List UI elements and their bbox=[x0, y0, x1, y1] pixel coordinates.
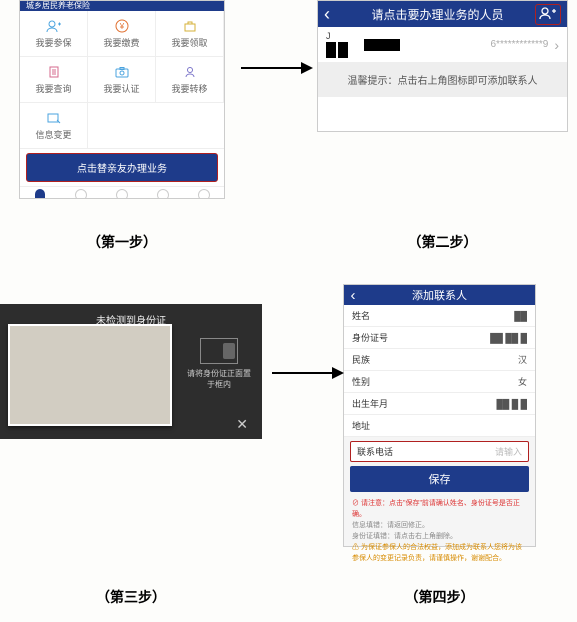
field-label: 性别 bbox=[352, 375, 518, 388]
close-icon[interactable]: ✕ bbox=[236, 416, 248, 433]
grid-item-renzheng[interactable]: 我要认证 bbox=[88, 57, 156, 103]
tab-tongzhi[interactable]: 通知 bbox=[61, 187, 102, 199]
document-icon bbox=[46, 65, 62, 79]
grid-item-label: 我要参保 bbox=[35, 36, 71, 49]
grid-item-label: 信息变更 bbox=[35, 128, 71, 141]
caption-step2: （第二步） bbox=[317, 232, 568, 252]
grid-item-canbao[interactable]: 我要参保 bbox=[20, 11, 88, 57]
masked-name bbox=[364, 39, 400, 51]
field-label: 姓名 bbox=[352, 309, 514, 322]
grid-item-biangeng[interactable]: 信息变更 bbox=[20, 103, 88, 149]
grid-item-label: 我要领取 bbox=[171, 36, 207, 49]
scan-text: 请将身份证正面置于框内 bbox=[187, 369, 251, 389]
person-row[interactable]: J 6************9 › bbox=[318, 27, 567, 62]
scan-instructions: 请将身份证正面置于框内 bbox=[184, 338, 254, 390]
note-text: 身份证填错：请点击右上角删除。 bbox=[352, 533, 457, 540]
user-icon bbox=[198, 189, 210, 199]
form-row-id[interactable]: 身份证号██ ██ █ bbox=[344, 327, 535, 349]
id-photo-icon bbox=[223, 343, 235, 359]
field-label: 地址 bbox=[352, 419, 527, 432]
caption-step4: （第四步） bbox=[343, 587, 536, 607]
caption-step3: （第三步） bbox=[0, 587, 262, 607]
alert-icon: ⚠ bbox=[352, 544, 361, 551]
add-person-icon bbox=[539, 6, 557, 20]
form-row-address[interactable]: 地址 bbox=[344, 415, 535, 437]
field-label: 民族 bbox=[352, 353, 518, 366]
bell-icon bbox=[75, 189, 87, 199]
avatar-bar-icon bbox=[338, 42, 348, 58]
field-value: ██ █ █ bbox=[496, 399, 527, 409]
grid-item-label: 我要查询 bbox=[35, 82, 71, 95]
field-label: 出生年月 bbox=[352, 397, 496, 410]
tab-woyaocha[interactable]: 我要查 bbox=[142, 187, 183, 199]
id-card-icon bbox=[200, 338, 238, 364]
notes-block: ⊘ 请注意：点击"保存"前请确认姓名、身份证号是否正确。 信息填错：请返回修正。… bbox=[344, 496, 535, 566]
phone-input[interactable]: 联系电话 请输入 bbox=[350, 441, 529, 462]
grid-item-jiaofei[interactable]: ¥ 我要缴费 bbox=[88, 11, 156, 57]
grid-item-label: 我要缴费 bbox=[103, 36, 139, 49]
form-row-name[interactable]: 姓名██ bbox=[344, 305, 535, 327]
arrow-1 bbox=[241, 62, 313, 74]
arrow-2 bbox=[272, 367, 344, 379]
yen-icon: ¥ bbox=[114, 19, 130, 33]
save-button[interactable]: 保存 bbox=[350, 466, 529, 492]
back-icon[interactable]: ‹ bbox=[344, 287, 362, 304]
field-value: ██ bbox=[514, 311, 527, 321]
grid-item-zhuanyi[interactable]: 我要转移 bbox=[156, 57, 224, 103]
step1-header: 城乡居民养老保险 bbox=[20, 1, 224, 11]
field-value: ██ ██ █ bbox=[490, 333, 527, 343]
form-row-dob[interactable]: 出生年月██ █ █ bbox=[344, 393, 535, 415]
warn-icon: ⊘ bbox=[352, 500, 361, 507]
masked-id: 6************9 bbox=[406, 39, 548, 50]
id-scan-frame bbox=[8, 324, 172, 426]
step3-panel: 未检测到身份证 请将身份证正面置于框内 ✕ bbox=[0, 304, 262, 439]
note-text: 为保证参保人的合法权益，添加成为联系人您将为该参保人的变更记录负责，请谨慎操作，… bbox=[352, 544, 522, 562]
avatar-bar-icon bbox=[326, 42, 336, 58]
avatar: J bbox=[326, 31, 358, 58]
edit-card-icon bbox=[46, 111, 62, 125]
svg-text:¥: ¥ bbox=[118, 22, 124, 31]
transfer-icon bbox=[182, 65, 198, 79]
chevron-right-icon: › bbox=[554, 37, 559, 53]
form-row-ethnic[interactable]: 民族汉 bbox=[344, 349, 535, 371]
grid-item-lingqu[interactable]: 我要领取 bbox=[156, 11, 224, 57]
caption-step1: （第一步） bbox=[19, 232, 225, 252]
eye-icon bbox=[116, 189, 128, 199]
search-icon bbox=[157, 189, 169, 199]
tab-woyaowen[interactable]: 我要问 bbox=[102, 187, 143, 199]
form-row-gender[interactable]: 性别女 bbox=[344, 371, 535, 393]
step1-grid: 我要参保 ¥ 我要缴费 我要领取 我要查询 我要认证 我要转移 bbox=[20, 11, 224, 149]
field-value: 汉 bbox=[518, 353, 527, 366]
grid-item-label: 我要认证 bbox=[103, 82, 139, 95]
back-icon[interactable]: ‹ bbox=[324, 4, 340, 25]
home-icon bbox=[35, 189, 45, 199]
bottom-tabs: 我要办 通知 我要问 我要查 我的 bbox=[20, 186, 224, 199]
placeholder-text: 请输入 bbox=[495, 445, 522, 458]
grid-item-empty2 bbox=[156, 103, 224, 149]
field-label: 身份证号 bbox=[352, 331, 490, 344]
step4-title: 添加联系人 bbox=[362, 287, 517, 303]
receive-icon bbox=[182, 19, 198, 33]
user-plus-icon bbox=[46, 19, 62, 33]
step2-title: 请点击要办理业务的人员 bbox=[340, 6, 535, 23]
camera-icon bbox=[114, 65, 130, 79]
grid-item-empty bbox=[88, 103, 156, 149]
tab-woyaoban[interactable]: 我要办 bbox=[20, 187, 61, 199]
step2-panel: ‹ 请点击要办理业务的人员 J 6************9 › 温馨提示：点击… bbox=[317, 0, 568, 132]
field-value: 女 bbox=[518, 375, 527, 388]
field-label: 联系电话 bbox=[357, 445, 495, 458]
tab-wode[interactable]: 我的 bbox=[183, 187, 224, 199]
step4-header: ‹ 添加联系人 bbox=[344, 285, 535, 305]
note-text: 信息填错：请返回修正。 bbox=[352, 522, 429, 529]
step1-panel: 城乡居民养老保险 我要参保 ¥ 我要缴费 我要领取 我要查询 我要认证 bbox=[19, 0, 225, 199]
step2-tip: 温馨提示：点击右上角图标即可添加联系人 bbox=[318, 62, 567, 97]
grid-item-chaxun[interactable]: 我要查询 bbox=[20, 57, 88, 103]
help-family-button[interactable]: 点击替亲友办理业务 bbox=[26, 153, 218, 182]
step2-header: ‹ 请点击要办理业务的人员 bbox=[318, 1, 567, 27]
add-contact-button[interactable] bbox=[535, 4, 561, 25]
step4-panel: ‹ 添加联系人 姓名██ 身份证号██ ██ █ 民族汉 性别女 出生年月██ … bbox=[343, 284, 536, 547]
grid-item-label: 我要转移 bbox=[171, 82, 207, 95]
note-text: 请注意：点击"保存"前请确认姓名、身份证号是否正确。 bbox=[352, 500, 520, 518]
avatar-initial: J bbox=[326, 31, 358, 41]
